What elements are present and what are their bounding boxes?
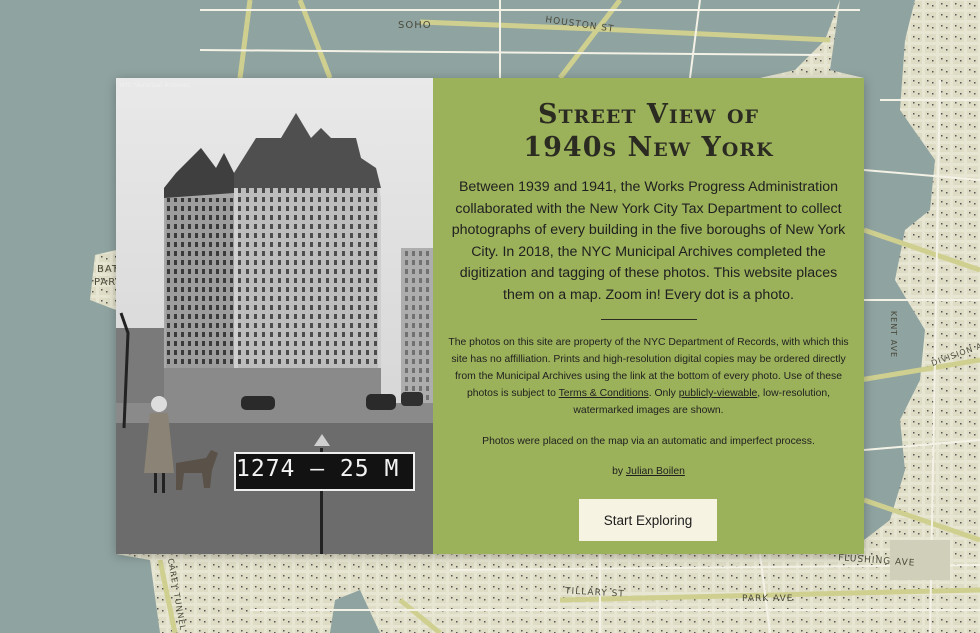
page-title: Street View of 1940s New York — [447, 98, 850, 164]
publicly-viewable-link[interactable]: publicly-viewable — [679, 388, 758, 399]
hero-photo: NYC Municipal Archives 1274 – 25 M — [116, 78, 433, 554]
intro-panel: Street View of 1940s New York Between 19… — [433, 78, 864, 554]
rights-paragraph: The photos on this site are property of … — [447, 334, 850, 419]
photo-id-text: 1274 – 25 M — [236, 456, 400, 482]
terms-link[interactable]: Terms & Conditions — [559, 388, 649, 399]
map-label-soho: SOHO — [398, 20, 432, 31]
byline: by Julian Boilen — [447, 465, 850, 479]
rights-text-2: . Only — [648, 388, 676, 399]
intro-paragraph: Between 1939 and 1941, the Works Progres… — [451, 179, 846, 303]
placement-note: Photos were placed on the map via an aut… — [482, 436, 815, 447]
photo-watermark: NYC Municipal Archives — [120, 82, 190, 89]
section-divider — [600, 319, 697, 320]
author-link[interactable]: Julian Boilen — [626, 466, 685, 477]
map-label-battery-2: PAR — [94, 277, 117, 288]
byline-prefix: by — [612, 466, 624, 477]
start-exploring-button[interactable]: Start Exploring — [579, 499, 717, 541]
photo-id-sign: 1274 – 25 M — [234, 452, 415, 491]
map-label-park-ave: PARK AVE — [742, 594, 794, 604]
title-line-2: 1940s New York — [523, 132, 774, 163]
title-line-1: Street View of — [537, 99, 760, 130]
map-label-kent-ave: KENT AVE — [889, 310, 899, 359]
intro-modal: NYC Municipal Archives 1274 – 25 M Stree… — [116, 78, 864, 554]
